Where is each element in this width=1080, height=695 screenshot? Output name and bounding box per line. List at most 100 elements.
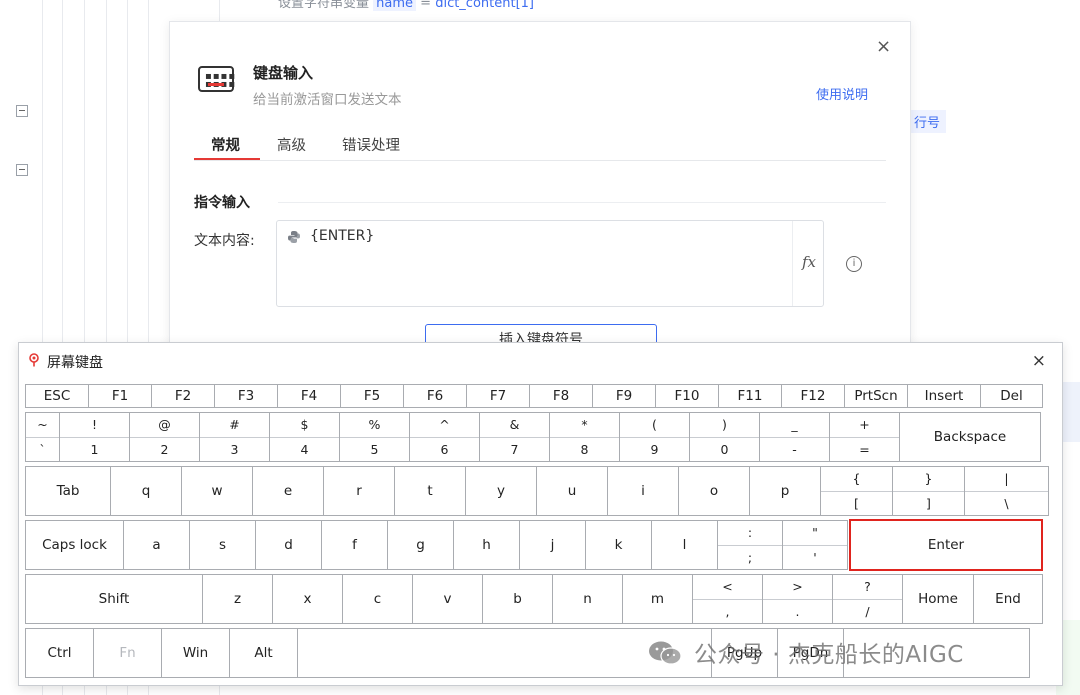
key-y[interactable]: y — [465, 466, 537, 516]
key-f8[interactable]: F8 — [529, 384, 593, 408]
key-digit-4[interactable]: $4 — [269, 412, 340, 462]
tab-general[interactable]: 常规 — [211, 134, 240, 155]
key-win[interactable]: Win — [161, 628, 230, 678]
key-b[interactable]: b — [482, 574, 553, 624]
key-shift-label: % — [340, 413, 409, 438]
key-digit-3[interactable]: #3 — [199, 412, 270, 462]
key-shift-label: { — [821, 467, 892, 492]
key-f[interactable]: f — [321, 520, 388, 570]
key-label: 0 — [720, 441, 729, 457]
key-backtick[interactable]: ~ ` — [25, 412, 60, 462]
key-f1[interactable]: F1 — [88, 384, 152, 408]
key-ctrl[interactable]: Ctrl — [25, 628, 94, 678]
key-g[interactable]: g — [387, 520, 454, 570]
key-bracket-0[interactable]: {[ — [820, 466, 893, 516]
key-q[interactable]: q — [110, 466, 182, 516]
key-f3[interactable]: F3 — [214, 384, 278, 408]
key-digit-5[interactable]: % 5 — [339, 412, 410, 462]
key-digit-7[interactable]: & 7 — [479, 412, 550, 462]
key-digit-1[interactable]: ! 1 — [59, 412, 130, 462]
key-digit-symbol[interactable]: _ - — [759, 412, 830, 462]
key-t[interactable]: t — [394, 466, 466, 516]
key-f10[interactable]: F10 — [655, 384, 719, 408]
key-backspace[interactable]: Backspace — [899, 412, 1041, 462]
key-label: [ — [854, 495, 859, 511]
key-h[interactable]: h — [453, 520, 520, 570]
key-digit-0[interactable]: ) 0 — [689, 412, 760, 462]
key-f11[interactable]: F11 — [718, 384, 782, 408]
key-m[interactable]: m — [622, 574, 693, 624]
key-fn[interactable]: Fn — [93, 628, 162, 678]
key-n[interactable]: n — [552, 574, 623, 624]
keyboard-icon: ▪▪▪▪▪▪▪▪ — [198, 66, 235, 92]
key-r[interactable]: r — [323, 466, 395, 516]
qwerty-key-row: Tab q w e r t y u i o p{[}] | \ — [25, 466, 1049, 516]
key-shift-label: ) — [690, 413, 759, 438]
key-f4[interactable]: F4 — [277, 384, 341, 408]
key-insert[interactable]: Insert — [907, 384, 981, 408]
key-e[interactable]: e — [252, 466, 324, 516]
key-shift-label: $ — [270, 413, 339, 438]
key-digit-2[interactable]: @2 — [129, 412, 200, 462]
key-quote[interactable]: " ' — [782, 520, 848, 570]
key-f6[interactable]: F6 — [403, 384, 467, 408]
tab-error-handling[interactable]: 错误处理 — [342, 134, 400, 155]
key-semicolon[interactable]: :; — [717, 520, 783, 570]
pin-icon — [29, 353, 39, 367]
key-l[interactable]: l — [651, 520, 718, 570]
key-tab[interactable]: Tab — [25, 466, 111, 516]
key-z[interactable]: z — [202, 574, 273, 624]
key-j[interactable]: j — [519, 520, 586, 570]
key-f12[interactable]: F12 — [781, 384, 845, 408]
key-shift[interactable]: Shift — [25, 574, 203, 624]
key-x[interactable]: x — [272, 574, 343, 624]
key-d[interactable]: d — [255, 520, 322, 570]
key-digit-6[interactable]: ^ 6 — [409, 412, 480, 462]
key-pgup[interactable]: PgUp — [711, 628, 778, 678]
key-a[interactable]: a — [123, 520, 190, 570]
key-pgdn[interactable]: PgDn — [777, 628, 844, 678]
key-label: , — [725, 603, 730, 619]
key-alt[interactable]: Alt — [229, 628, 298, 678]
key-caps-lock[interactable]: Caps lock — [25, 520, 124, 570]
key-digit-9[interactable]: (9 — [619, 412, 690, 462]
key-bracket-1[interactable]: }] — [892, 466, 965, 516]
key-c[interactable]: c — [342, 574, 413, 624]
key-u[interactable]: u — [536, 466, 608, 516]
key-i[interactable]: i — [607, 466, 679, 516]
key-f2[interactable]: F2 — [151, 384, 215, 408]
collapse-toggle[interactable] — [16, 105, 28, 117]
close-icon[interactable]: × — [1032, 351, 1046, 371]
key-label: 2 — [160, 441, 169, 457]
text-content-input[interactable]: {ENTER} fx — [276, 220, 824, 307]
key-digit-symbol[interactable]: + = — [829, 412, 900, 462]
collapse-toggle[interactable] — [16, 164, 28, 176]
key-slash[interactable]: ? / — [832, 574, 903, 624]
key-v[interactable]: v — [412, 574, 483, 624]
key-k[interactable]: k — [585, 520, 652, 570]
formula-icon[interactable]: fx — [802, 253, 816, 271]
key-digit-8[interactable]: * 8 — [549, 412, 620, 462]
key-comma[interactable]: <, — [692, 574, 763, 624]
key-o[interactable]: o — [678, 466, 750, 516]
key-f7[interactable]: F7 — [466, 384, 530, 408]
key-blank[interactable] — [843, 628, 1030, 678]
tab-advanced[interactable]: 高级 — [277, 134, 306, 155]
key-esc[interactable]: ESC — [25, 384, 89, 408]
key-del[interactable]: Del — [980, 384, 1043, 408]
close-icon[interactable]: × — [876, 36, 891, 57]
key-end[interactable]: End — [973, 574, 1043, 624]
key-label: ' — [813, 549, 817, 565]
key-s[interactable]: s — [189, 520, 256, 570]
info-icon[interactable]: i — [846, 256, 862, 272]
help-link[interactable]: 使用说明 — [816, 84, 868, 103]
key-prtscn[interactable]: PrtScn — [844, 384, 908, 408]
key-bracket-2[interactable]: | \ — [964, 466, 1049, 516]
key-home[interactable]: Home — [902, 574, 974, 624]
key-f5[interactable]: F5 — [340, 384, 404, 408]
key-enter[interactable]: Enter — [849, 519, 1043, 571]
key-f9[interactable]: F9 — [592, 384, 656, 408]
key-period[interactable]: >. — [762, 574, 833, 624]
key-w[interactable]: w — [181, 466, 253, 516]
key-p[interactable]: p — [749, 466, 821, 516]
